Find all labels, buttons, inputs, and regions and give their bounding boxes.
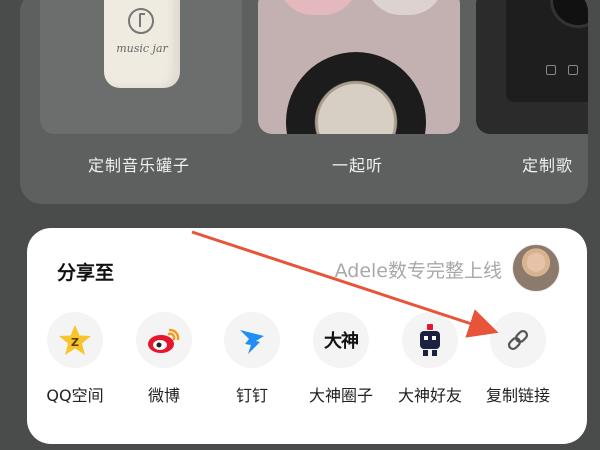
share-dingtalk-button[interactable]: 钉钉	[207, 312, 297, 412]
card-label-custom-song: 定制歌	[522, 156, 574, 175]
dashen-friend-icon	[402, 312, 458, 368]
card-listen-together[interactable]	[258, 0, 460, 134]
share-options: Z QQ空间 微博 钉钉 大神 大神圈子 大神好友 复制链接	[27, 312, 587, 412]
decor-blob-pink	[278, 0, 358, 15]
vinyl-record-image	[286, 52, 426, 134]
music-note-icon	[128, 8, 154, 34]
link-icon	[490, 312, 546, 368]
dashen-logo-text: 大神	[324, 331, 359, 352]
decor-blob-grey	[366, 0, 444, 15]
card-custom-song[interactable]	[476, 0, 588, 134]
card-label-listen-together: 一起听	[332, 156, 384, 175]
share-label-copy-link: 复制链接	[485, 386, 550, 405]
dashen-circle-icon: 大神	[313, 312, 369, 368]
promo-text[interactable]: Adele数专完整上线	[335, 256, 502, 283]
weibo-icon	[136, 312, 192, 368]
share-qzone-button[interactable]: Z QQ空间	[30, 312, 120, 412]
share-title: 分享至	[57, 262, 115, 284]
avatar[interactable]	[512, 244, 560, 292]
music-jar-image: music jar	[104, 0, 180, 88]
share-label-dingtalk: 钉钉	[235, 386, 268, 405]
player-preview-image	[506, 0, 588, 102]
share-dashen-friend-button[interactable]: 大神好友	[385, 312, 475, 412]
share-label-dashen-circle: 大神圈子	[308, 386, 373, 405]
card-music-jar[interactable]: music jar	[40, 0, 242, 134]
share-sheet: 分享至 Adele数专完整上线 Z QQ空间 微博 钉钉 大神 大神圈子 大神好…	[27, 228, 587, 444]
dingtalk-icon	[224, 312, 280, 368]
share-weibo-button[interactable]: 微博	[119, 312, 209, 412]
share-label-weibo: 微博	[147, 386, 180, 405]
card-label-music-jar: 定制音乐罐子	[88, 156, 191, 175]
disc-icon	[550, 0, 588, 28]
feature-panel: music jar 定制音乐罐子 一起听 定制歌	[20, 0, 588, 204]
share-label-dashen-friend: 大神好友	[397, 386, 462, 405]
svg-text:Z: Z	[71, 336, 79, 349]
jar-brand-text: music jar	[116, 42, 168, 55]
player-controls-preview	[546, 60, 588, 78]
share-copy-link-button[interactable]: 复制链接	[473, 312, 563, 412]
share-label-qzone: QQ空间	[46, 386, 104, 405]
qzone-star-icon: Z	[47, 312, 103, 368]
share-dashen-circle-button[interactable]: 大神 大神圈子	[296, 312, 386, 412]
